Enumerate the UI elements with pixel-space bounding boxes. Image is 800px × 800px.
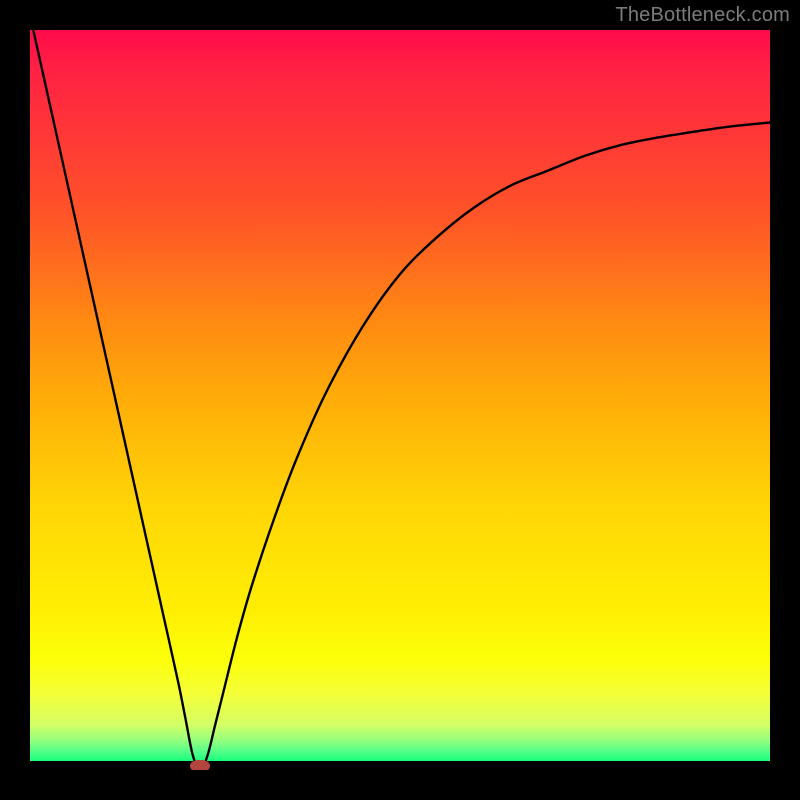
attribution-text: TheBottleneck.com bbox=[615, 4, 790, 27]
chart-frame: TheBottleneck.com bbox=[0, 0, 800, 800]
minimum-marker bbox=[190, 760, 210, 770]
plot-area bbox=[30, 30, 770, 770]
bottleneck-curve bbox=[30, 30, 770, 770]
